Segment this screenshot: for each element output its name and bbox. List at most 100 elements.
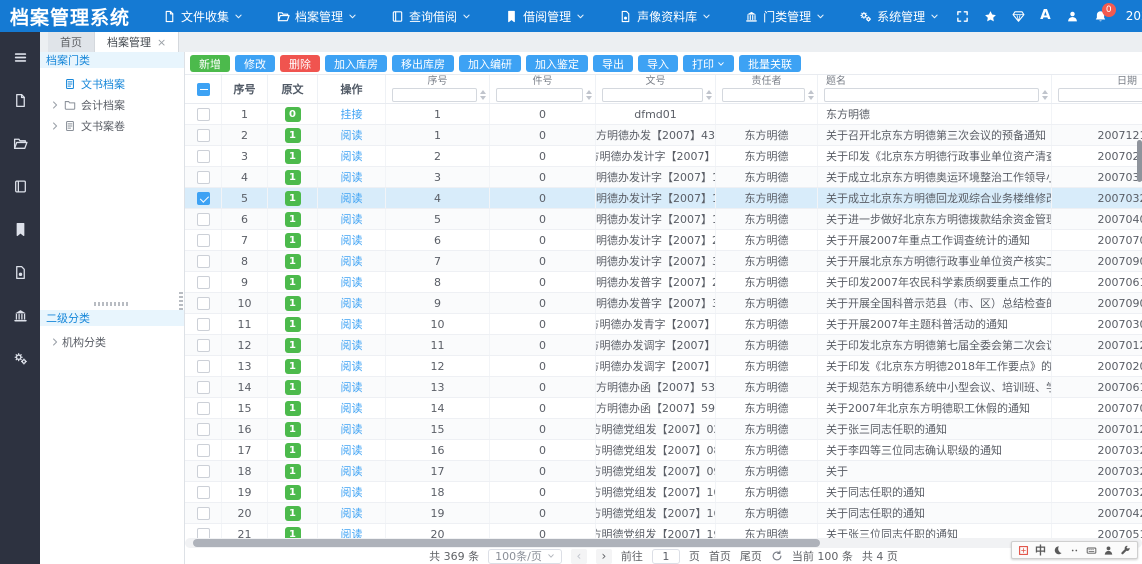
- sort-control[interactable]: [703, 90, 715, 100]
- font-icon[interactable]: A: [1040, 9, 1051, 23]
- sort-asc-icon[interactable]: [586, 90, 592, 94]
- wrench-icon[interactable]: [1120, 545, 1131, 556]
- table-row[interactable]: 111阅读100东方明德办发青字【2007】8号东方明德关于开展2007年主题科…: [185, 314, 1142, 335]
- horizontal-scrollbar-thumb[interactable]: [193, 539, 820, 547]
- sort-desc-icon[interactable]: [706, 96, 712, 100]
- row-checkbox[interactable]: [197, 360, 210, 373]
- tree-item[interactable]: 文书档案: [40, 73, 184, 94]
- sort-desc-icon[interactable]: [1042, 96, 1048, 100]
- table-row[interactable]: 101阅读90东方明德办发普字【2007】32号东方明德关于开展全国科普示范县（…: [185, 293, 1142, 314]
- action-link[interactable]: 阅读: [341, 421, 363, 437]
- table-row[interactable]: 91阅读80东方明德办发普字【2007】25号东方明德关于印发2007年农民科学…: [185, 272, 1142, 293]
- row-checkbox[interactable]: [197, 528, 210, 539]
- table-row[interactable]: 181阅读170东方明德党组发【2007】09号东方明德关于20070322: [185, 461, 1142, 482]
- row-checkbox[interactable]: [197, 171, 210, 184]
- sort-control[interactable]: [583, 90, 595, 100]
- next-page-button[interactable]: ›: [596, 549, 612, 564]
- table-row[interactable]: 41阅读30东方明德办发计字【2007】10号东方明德关于成立北京东方明德奥运环…: [185, 167, 1142, 188]
- toolbar-button-2[interactable]: 删除: [280, 55, 320, 72]
- filter-input-3[interactable]: [722, 88, 805, 102]
- toolbar-button-7[interactable]: 导出: [593, 55, 633, 72]
- row-checkbox[interactable]: [197, 297, 210, 310]
- toolbar-button-3[interactable]: 加入库房: [325, 55, 387, 72]
- tab-0[interactable]: 首页: [48, 32, 95, 52]
- row-checkbox[interactable]: [197, 423, 210, 436]
- action-link[interactable]: 挂接: [341, 106, 363, 122]
- table-row[interactable]: 121阅读110东方明德办发调字【2007】3号东方明德关于印发北京东方明德第七…: [185, 335, 1142, 356]
- topnav-item-5[interactable]: 门类管理: [728, 0, 842, 32]
- user-icon[interactable]: [1066, 10, 1079, 23]
- vertical-scrollbar[interactable]: [1136, 104, 1142, 538]
- rail-item-bookmark[interactable]: [0, 208, 40, 251]
- refresh-icon[interactable]: [771, 550, 783, 562]
- row-checkbox[interactable]: [197, 255, 210, 268]
- tab-1[interactable]: 档案管理×: [95, 32, 179, 52]
- topnav-item-4[interactable]: 声像资料库: [602, 0, 728, 32]
- topnav-item-6[interactable]: 系统管理: [842, 0, 956, 32]
- toolbar-button-1[interactable]: 修改: [235, 55, 275, 72]
- sort-asc-icon[interactable]: [808, 90, 814, 94]
- table-row[interactable]: 81阅读70东方明德办发计字【2007】33号东方明德关于开展北京东方明德行政事…: [185, 251, 1142, 272]
- filter-input-0[interactable]: [392, 88, 477, 102]
- action-link[interactable]: 阅读: [341, 169, 363, 185]
- row-checkbox[interactable]: [197, 486, 210, 499]
- row-checkbox[interactable]: [197, 129, 210, 142]
- horizontal-scrollbar[interactable]: [185, 538, 1142, 548]
- row-checkbox[interactable]: [197, 465, 210, 478]
- table-row[interactable]: 21阅读10东方明德办发【2007】43号东方明德关于召开北京东方明德第三次会议…: [185, 125, 1142, 146]
- table-row[interactable]: 191阅读180东方明德党组发【2007】10号东方明德关于同志任职的通知200…: [185, 482, 1142, 503]
- tree-item[interactable]: 会计档案: [40, 94, 184, 115]
- toolbar-button-5[interactable]: 加入编研: [459, 55, 521, 72]
- toolbar-button-10[interactable]: 批量关联: [739, 55, 801, 72]
- action-link[interactable]: 阅读: [341, 190, 363, 206]
- sort-asc-icon[interactable]: [1042, 90, 1048, 94]
- rail-item-hamburger[interactable]: [0, 36, 40, 79]
- row-checkbox[interactable]: [197, 234, 210, 247]
- row-checkbox[interactable]: [197, 213, 210, 226]
- table-row[interactable]: 61阅读50东方明德办发计字【2007】15号东方明德关于进一步做好北京东方明德…: [185, 209, 1142, 230]
- action-link[interactable]: 阅读: [341, 526, 363, 538]
- row-checkbox[interactable]: [197, 339, 210, 352]
- tree-item[interactable]: 文书案卷: [40, 115, 184, 136]
- sort-control[interactable]: [1039, 90, 1051, 100]
- row-checkbox[interactable]: [197, 150, 210, 163]
- sort-desc-icon[interactable]: [586, 96, 592, 100]
- row-checkbox[interactable]: [197, 402, 210, 415]
- notification-bell[interactable]: 0: [1094, 10, 1107, 23]
- first-page-link[interactable]: 首页: [709, 548, 731, 564]
- row-checkbox[interactable]: [197, 318, 210, 331]
- toolbar-button-6[interactable]: 加入鉴定: [526, 55, 588, 72]
- fullscreen-icon[interactable]: [956, 10, 969, 23]
- action-link[interactable]: 阅读: [341, 484, 363, 500]
- select-all-checkbox[interactable]: [197, 83, 210, 96]
- keyboard-icon[interactable]: [1086, 545, 1097, 556]
- action-link[interactable]: 阅读: [341, 211, 363, 227]
- topnav-item-3[interactable]: 借阅管理: [488, 0, 602, 32]
- rail-item-bank[interactable]: [0, 294, 40, 337]
- row-checkbox[interactable]: [197, 192, 210, 205]
- quote-icon[interactable]: [1069, 545, 1080, 556]
- table-row[interactable]: 151阅读140东方明德办函【2007】59号东方明德关于2007年北京东方明德…: [185, 398, 1142, 419]
- row-checkbox[interactable]: [197, 381, 210, 394]
- user-icon[interactable]: [1103, 545, 1114, 556]
- table-row[interactable]: 51阅读40东方明德办发计字【2007】11号东方明德关于成立北京东方明德回龙观…: [185, 188, 1142, 209]
- row-checkbox[interactable]: [197, 444, 210, 457]
- rail-item-book[interactable]: [0, 165, 40, 208]
- rail-item-file[interactable]: [0, 79, 40, 122]
- toolbar-button-8[interactable]: 导入: [638, 55, 678, 72]
- action-link[interactable]: 阅读: [341, 400, 363, 416]
- topnav-item-0[interactable]: 文件收集: [146, 0, 260, 32]
- filter-input-4[interactable]: [824, 88, 1039, 102]
- row-checkbox[interactable]: [197, 507, 210, 520]
- table-row[interactable]: 31阅读20东方明德办发计字【2007】4号东方明德关于印发《北京东方明德行政事…: [185, 146, 1142, 167]
- action-link[interactable]: 阅读: [341, 379, 363, 395]
- action-link[interactable]: 阅读: [341, 505, 363, 521]
- sort-control[interactable]: [477, 90, 489, 100]
- filter-input-1[interactable]: [496, 88, 583, 102]
- sort-desc-icon[interactable]: [808, 96, 814, 100]
- row-checkbox[interactable]: [197, 108, 210, 121]
- table-row[interactable]: 171阅读160东方明德党组发【2007】08号东方明德关于李四等三位同志确认职…: [185, 440, 1142, 461]
- sort-asc-icon[interactable]: [706, 90, 712, 94]
- row-checkbox[interactable]: [197, 276, 210, 289]
- table-row[interactable]: 10挂接10dfmd01东方明德: [185, 104, 1142, 125]
